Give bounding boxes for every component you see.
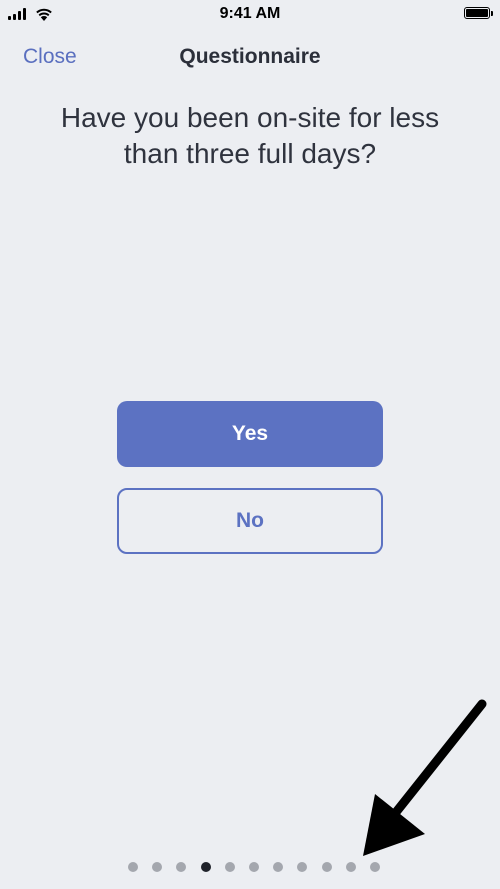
yes-button-label: Yes	[231, 422, 269, 445]
no-button-label: No	[236, 509, 264, 532]
question-text: Have you been on-site for less than thre…	[60, 102, 440, 169]
status-bar: 9:41 AM	[0, 0, 500, 30]
page-dot-active	[200, 862, 211, 872]
page-dot	[321, 862, 332, 872]
yes-button[interactable]: Yes	[117, 401, 383, 467]
battery-icon	[464, 7, 493, 19]
page-dot	[345, 862, 356, 872]
page-title: Questionnaire	[179, 45, 321, 68]
page-dot	[370, 862, 380, 872]
page-dot	[224, 862, 235, 872]
page-dot	[297, 862, 308, 872]
page-dot	[249, 862, 259, 872]
page-dot	[273, 862, 284, 872]
no-button[interactable]: No	[117, 488, 383, 554]
page-dot	[128, 862, 138, 872]
arrow-icon	[363, 699, 487, 856]
page-dot	[176, 862, 187, 872]
status-time: 9:41 AM	[219, 5, 281, 22]
page-indicator	[0, 862, 500, 874]
page-dot	[152, 862, 163, 872]
